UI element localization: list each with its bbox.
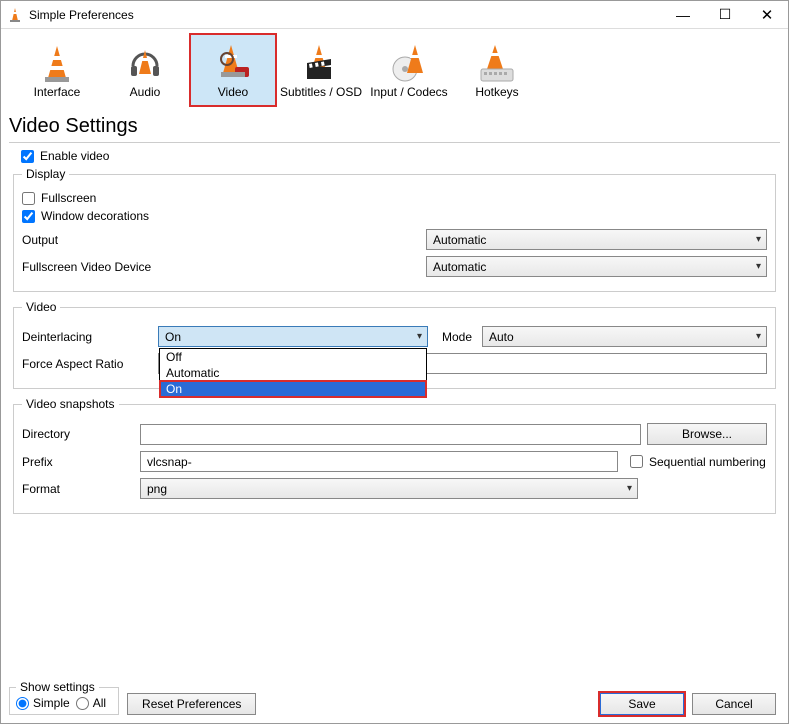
cancel-label: Cancel (715, 697, 752, 711)
video-legend: Video (22, 300, 60, 314)
cancel-button[interactable]: Cancel (692, 693, 776, 715)
tab-interface[interactable]: Interface (13, 33, 101, 107)
save-label: Save (628, 697, 655, 711)
snapshots-group: Video snapshots Directory Browse... Pref… (13, 397, 776, 514)
tab-label: Input / Codecs (370, 85, 447, 99)
aspect-label: Force Aspect Ratio (22, 357, 152, 371)
mode-select[interactable]: Auto (482, 326, 767, 347)
video-group: Video Deinterlacing On Off Automatic On … (13, 300, 776, 389)
divider (9, 142, 780, 143)
output-label: Output (22, 233, 420, 247)
close-button[interactable]: ✕ (746, 1, 788, 29)
tab-label: Interface (34, 85, 81, 99)
deinterlacing-select[interactable]: On Off Automatic On (158, 326, 428, 347)
display-group: Display Fullscreen Window decorations Ou… (13, 167, 776, 292)
tab-hotkeys[interactable]: Hotkeys (453, 33, 541, 107)
tab-subtitles[interactable]: Subtitles / OSD (277, 33, 365, 107)
directory-input[interactable] (140, 424, 641, 445)
category-tabs: Interface Audio Video Subtitles / OSD In… (1, 29, 788, 107)
radio-simple[interactable]: Simple (16, 696, 70, 710)
title-bar: Simple Preferences — ☐ ✕ (1, 1, 788, 29)
sequential-checkbox[interactable]: Sequential numbering (630, 455, 766, 469)
tab-input-codecs[interactable]: Input / Codecs (365, 33, 453, 107)
prefix-label: Prefix (22, 455, 134, 469)
sequential-input[interactable] (630, 455, 643, 468)
tab-label: Audio (130, 85, 161, 99)
enable-video-input[interactable] (21, 150, 34, 163)
bottom-bar: Show settings Simple All Reset Preferenc… (1, 677, 788, 723)
radio-all-input[interactable] (76, 697, 89, 710)
deinterlacing-option-off[interactable]: Off (160, 349, 426, 365)
output-value: Automatic (433, 233, 486, 247)
deinterlacing-option-on[interactable]: On (160, 381, 426, 397)
fullscreen-checkbox[interactable]: Fullscreen (22, 191, 767, 205)
reset-preferences-button[interactable]: Reset Preferences (127, 693, 256, 715)
maximize-button[interactable]: ☐ (704, 1, 746, 29)
tab-label: Subtitles / OSD (280, 85, 362, 99)
window-decorations-input[interactable] (22, 210, 35, 223)
directory-label: Directory (22, 427, 134, 441)
snapshots-legend: Video snapshots (22, 397, 119, 411)
window-decorations-label: Window decorations (41, 209, 149, 223)
app-cone-icon (7, 7, 23, 23)
film-cone-icon (213, 43, 253, 85)
show-settings-legend: Show settings (16, 680, 99, 694)
format-label: Format (22, 482, 134, 496)
tab-audio[interactable]: Audio (101, 33, 189, 107)
prefix-input[interactable] (140, 451, 618, 472)
radio-simple-input[interactable] (16, 697, 29, 710)
disc-cone-icon (389, 43, 429, 85)
minimize-button[interactable]: — (662, 1, 704, 29)
fullscreen-device-label: Fullscreen Video Device (22, 260, 420, 274)
output-select[interactable]: Automatic (426, 229, 767, 250)
format-value: png (147, 482, 167, 496)
deinterlacing-dropdown: Off Automatic On (159, 348, 427, 398)
sequential-label: Sequential numbering (649, 455, 766, 469)
tab-label: Hotkeys (475, 85, 518, 99)
page-title: Video Settings (1, 107, 788, 142)
display-legend: Display (22, 167, 69, 181)
radio-all-label: All (93, 696, 106, 710)
fullscreen-device-value: Automatic (433, 260, 486, 274)
window-title: Simple Preferences (29, 8, 662, 22)
deinterlacing-option-automatic[interactable]: Automatic (160, 365, 426, 381)
fullscreen-device-select[interactable]: Automatic (426, 256, 767, 277)
browse-label: Browse... (682, 427, 732, 441)
cone-icon (39, 43, 75, 85)
show-settings-group: Show settings Simple All (9, 680, 119, 715)
window-decorations-checkbox[interactable]: Window decorations (22, 209, 767, 223)
radio-simple-label: Simple (33, 696, 70, 710)
deinterlacing-value: On (165, 330, 181, 344)
reset-label: Reset Preferences (142, 697, 241, 711)
save-button[interactable]: Save (600, 693, 684, 715)
mode-label: Mode (434, 330, 476, 344)
fullscreen-label: Fullscreen (41, 191, 96, 205)
radio-all[interactable]: All (76, 696, 106, 710)
browse-button[interactable]: Browse... (647, 423, 767, 445)
headphones-cone-icon (127, 43, 163, 85)
fullscreen-input[interactable] (22, 192, 35, 205)
clapper-cone-icon (301, 43, 341, 85)
format-select[interactable]: png (140, 478, 638, 499)
enable-video-label: Enable video (40, 149, 109, 163)
keyboard-cone-icon (477, 43, 517, 85)
tab-label: Video (218, 85, 248, 99)
deinterlacing-label: Deinterlacing (22, 330, 152, 344)
enable-video-checkbox[interactable]: Enable video (21, 149, 776, 163)
mode-value: Auto (489, 330, 514, 344)
tab-video[interactable]: Video (189, 33, 277, 107)
